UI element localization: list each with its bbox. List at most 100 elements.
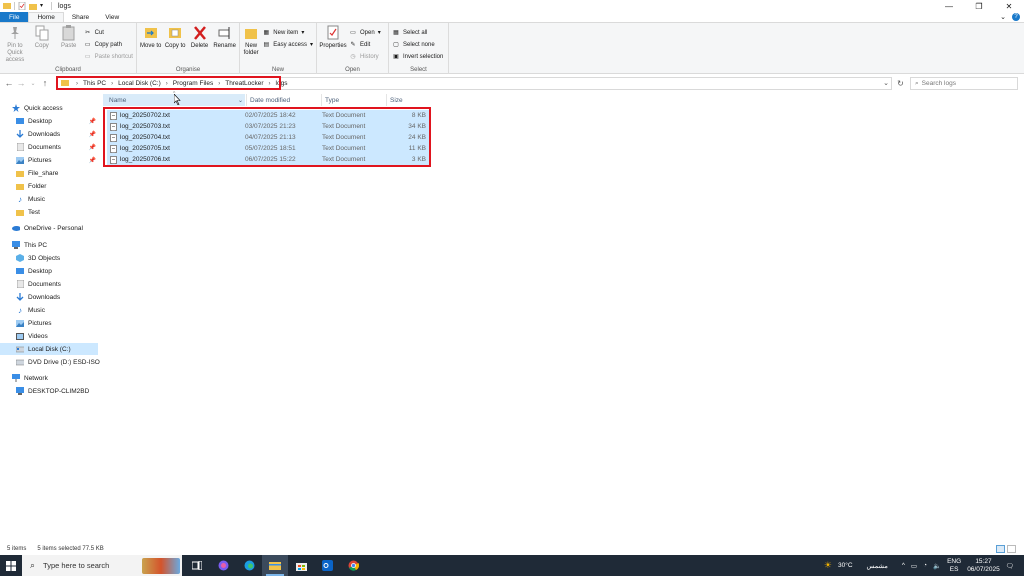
back-arrow-icon[interactable]: ← bbox=[3, 78, 15, 88]
invert-selection-button[interactable]: ▣ Invert selection bbox=[392, 51, 443, 62]
nav-label: This PC bbox=[24, 241, 48, 249]
open-group: Properties ▭ Open ▾ ✎ Edit ◷ History Open bbox=[317, 23, 389, 74]
desktop-icon bbox=[16, 117, 24, 125]
notifications-icon[interactable]: 🗨 bbox=[1006, 562, 1014, 570]
nav-pc-videos[interactable]: Videos bbox=[16, 330, 48, 342]
nav-network-desktop[interactable]: DESKTOP-CLIM2BD bbox=[16, 385, 89, 397]
copy-path-button[interactable]: ▭ Copy path bbox=[84, 39, 133, 50]
copy-icon bbox=[35, 25, 49, 41]
volume-icon[interactable]: 🔈 bbox=[933, 562, 941, 570]
column-header-type[interactable]: Type bbox=[321, 94, 386, 106]
properties-qat-icon[interactable] bbox=[18, 1, 26, 11]
weather-temperature[interactable]: 30°C bbox=[838, 562, 853, 569]
tab-view[interactable]: View bbox=[97, 12, 127, 22]
wifi-icon[interactable]: ◔ bbox=[923, 562, 927, 569]
nav-onedrive[interactable]: OneDrive - Personal bbox=[12, 222, 83, 234]
tab-file[interactable]: File bbox=[0, 12, 29, 22]
new-folder-qat-icon[interactable] bbox=[29, 2, 37, 10]
chevron-down-icon: ▾ bbox=[309, 42, 313, 48]
edit-button[interactable]: ✎ Edit bbox=[349, 39, 381, 50]
details-view-icon[interactable] bbox=[996, 545, 1005, 553]
tab-share[interactable]: Share bbox=[64, 12, 97, 22]
new-item-button[interactable]: ▦ New item ▾ bbox=[262, 27, 313, 38]
chevron-up-icon[interactable]: ^ bbox=[902, 562, 905, 569]
search-input[interactable]: ⌕ Search logs bbox=[910, 77, 1018, 90]
ribbon: Pin to Quick access Copy Paste ✂ Cut ▭ Cop… bbox=[0, 23, 1024, 74]
nav-quick-file-share[interactable]: File_share bbox=[16, 167, 58, 179]
nav-pc-music[interactable]: ♪ Music bbox=[16, 304, 45, 316]
refresh-icon[interactable]: ↻ bbox=[894, 77, 907, 90]
minimize-button[interactable]: — bbox=[934, 0, 964, 12]
computer-icon bbox=[12, 241, 20, 249]
weather-condition[interactable]: مشمس bbox=[867, 562, 888, 570]
language-code: ENG bbox=[947, 557, 962, 565]
network-tray-icon[interactable]: ▭ bbox=[911, 562, 917, 570]
nav-pc-desktop[interactable]: Desktop bbox=[16, 265, 52, 277]
close-button[interactable]: ✕ bbox=[994, 0, 1024, 12]
column-header-size[interactable]: Size bbox=[386, 94, 431, 106]
cut-button[interactable]: ✂ Cut bbox=[84, 27, 133, 38]
paste-shortcut-button[interactable]: ▭ Paste shortcut bbox=[84, 51, 133, 62]
edge-icon[interactable] bbox=[236, 555, 262, 576]
clock[interactable]: 15:27 06/07/2025 bbox=[967, 558, 1000, 574]
chevron-down-icon[interactable]: ⌄ bbox=[238, 97, 243, 104]
taskbar-search-input[interactable]: ⌕ Type here to search bbox=[22, 555, 182, 576]
clipboard-group-label: Clipboard bbox=[55, 67, 81, 73]
nav-this-pc[interactable]: This PC bbox=[12, 239, 47, 251]
new-folder-icon bbox=[244, 25, 258, 41]
open-label: Open bbox=[360, 29, 375, 36]
item-count: 5 items bbox=[7, 546, 27, 552]
select-none-button[interactable]: ▢ Select none bbox=[392, 39, 443, 50]
maximize-button[interactable]: ❐ bbox=[964, 0, 994, 12]
nav-quick-desktop[interactable]: Desktop 📌 bbox=[16, 115, 98, 127]
nav-quick-music[interactable]: ♪ Music bbox=[16, 193, 45, 205]
windows-start-icon[interactable] bbox=[0, 555, 22, 576]
nav-quick-pictures[interactable]: Pictures 📌 bbox=[16, 154, 98, 166]
nav-label: Quick access bbox=[24, 104, 63, 112]
title-bar: ▾ logs — ❐ ✕ bbox=[0, 0, 1024, 12]
chrome-icon[interactable] bbox=[340, 555, 366, 576]
nav-local-disk[interactable]: Local Disk (C:) bbox=[0, 343, 98, 355]
nav-label: Videos bbox=[28, 332, 48, 340]
file-explorer-icon[interactable] bbox=[262, 555, 288, 576]
edit-icon: ✎ bbox=[350, 42, 356, 48]
select-all-button[interactable]: ▦ Select all bbox=[392, 27, 443, 38]
large-icons-view-icon[interactable] bbox=[1007, 545, 1016, 553]
help-icon[interactable]: ? bbox=[1012, 13, 1020, 21]
nav-pc-downloads[interactable]: Downloads bbox=[16, 291, 60, 303]
cloud-icon bbox=[12, 224, 20, 232]
history-button[interactable]: ◷ History bbox=[349, 51, 381, 62]
nav-quick-test[interactable]: Test bbox=[16, 206, 40, 218]
delete-label: Delete bbox=[190, 43, 209, 49]
open-button[interactable]: ▭ Open ▾ bbox=[349, 27, 381, 38]
nav-network[interactable]: Network bbox=[12, 372, 48, 384]
open-icon: ▭ bbox=[350, 30, 356, 36]
cube-icon bbox=[16, 254, 24, 262]
select-all-label: Select all bbox=[403, 29, 428, 36]
folder-icon bbox=[16, 208, 24, 216]
forward-arrow-icon[interactable]: → bbox=[15, 78, 27, 88]
outlook-icon[interactable] bbox=[314, 555, 340, 576]
column-header-date[interactable]: Date modified bbox=[246, 94, 321, 106]
ribbon-tabs: File Home Share View ⌄ ? bbox=[0, 12, 1024, 23]
nav-quick-access[interactable]: Quick access bbox=[12, 102, 63, 114]
address-dropdown-chevron-icon[interactable]: ⌄ bbox=[883, 79, 889, 87]
nav-pc-pictures[interactable]: Pictures bbox=[16, 317, 51, 329]
copilot-icon[interactable] bbox=[210, 555, 236, 576]
nav-quick-documents[interactable]: Documents 📌 bbox=[16, 141, 98, 153]
tab-home[interactable]: Home bbox=[28, 12, 64, 22]
nav-quick-folder[interactable]: Folder bbox=[16, 180, 46, 192]
easy-access-button[interactable]: ▤ Easy access ▾ bbox=[262, 39, 313, 50]
nav-3d-objects[interactable]: 3D Objects bbox=[16, 252, 60, 264]
chevron-down-icon[interactable]: ▾ bbox=[40, 2, 48, 10]
recent-locations-chevron-icon[interactable]: ⌄ bbox=[27, 80, 39, 87]
input-language[interactable]: ENG ES bbox=[947, 558, 961, 574]
nav-quick-downloads[interactable]: Downloads 📌 bbox=[16, 128, 98, 140]
microsoft-store-icon[interactable] bbox=[288, 555, 314, 576]
nav-pc-documents[interactable]: Documents bbox=[16, 278, 61, 290]
task-view-icon[interactable] bbox=[184, 555, 210, 576]
chevron-down-icon[interactable]: ⌄ bbox=[1000, 13, 1006, 21]
weather-sun-icon[interactable]: ☀ bbox=[824, 560, 832, 571]
nav-dvd-drive[interactable]: DVD Drive (D:) ESD-ISO bbox=[16, 356, 100, 368]
up-arrow-icon[interactable]: ↑ bbox=[39, 78, 51, 88]
